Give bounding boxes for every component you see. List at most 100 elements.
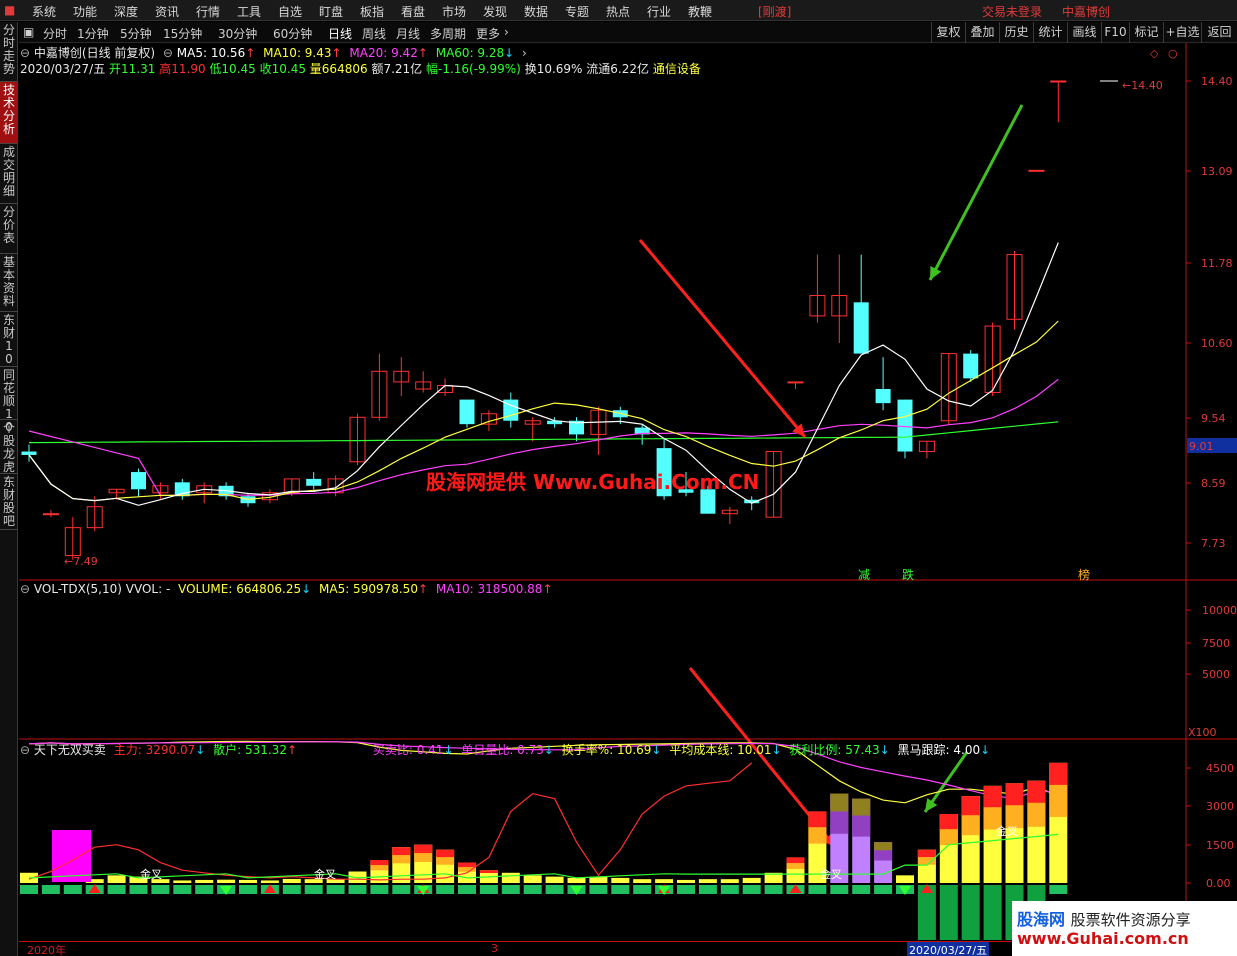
vol-unit-label: X100 (1188, 726, 1217, 739)
volume-info-line: ⊖ VOL-TDX(5,10) VVOL: - VOLUME: 664806.2… (20, 582, 553, 596)
vol-ma5: MA5: 590978.50 (319, 582, 418, 596)
ind-bar (173, 880, 192, 883)
candle-body (853, 302, 869, 354)
watermark-text: 股海网提供 Www.Guhai.Com.CN (426, 470, 760, 494)
ind-maimaibi: 买卖比: 0.41 (372, 743, 444, 757)
candle-body (1028, 169, 1045, 172)
ind-bar (939, 814, 958, 830)
green-arrow-head (925, 798, 938, 812)
candle-body (21, 451, 37, 455)
ind-bar (874, 842, 893, 851)
ind-neg-bar (633, 885, 652, 894)
logo-brand: 股海网 (1017, 910, 1066, 929)
price-tick-label: 10.60 (1201, 337, 1233, 350)
vol-vvol: VVOL: - (125, 582, 171, 596)
ind-bar (436, 849, 455, 858)
quote-industry: 通信设备 (652, 62, 701, 76)
ind-name[interactable]: 天下无双买卖 (34, 743, 106, 757)
quote-turnover: 换10.69% (524, 62, 583, 76)
ind-neg-bar (107, 885, 126, 894)
ma10-value: MA10: 9.43 (263, 46, 332, 60)
candle-body (131, 472, 146, 490)
ind-neg-bar (20, 885, 38, 894)
quote-high: 高11.90 (159, 62, 206, 76)
ind-tick-label: 1500 (1206, 839, 1234, 852)
ind-neg-bar (348, 885, 367, 894)
ind-bar (1005, 783, 1024, 806)
marker-bang[interactable]: 榜 (1078, 566, 1090, 583)
ind-collapse-icon[interactable]: ⊖ (20, 743, 30, 757)
ind-bar (742, 877, 761, 883)
ind-bar (830, 793, 849, 812)
marker-jian[interactable]: 减 (858, 566, 870, 583)
ind-pingjunchengben: 平均成本线: 10.01 (669, 743, 772, 757)
ind-bar (633, 879, 652, 883)
ind-neg-bar (239, 885, 257, 894)
ind-tick-label: 3000 (1206, 800, 1234, 813)
cross-label: 金叉 (820, 868, 842, 881)
ind-bar (370, 860, 389, 866)
quote-date: 2020/03/27/五 (20, 62, 106, 76)
candle-body (1050, 80, 1067, 83)
red-arrow (638, 239, 807, 438)
ind-neg-bar (436, 885, 455, 894)
ind-bar (545, 876, 564, 883)
ind-bar (896, 875, 914, 883)
ind-neg-bar (173, 885, 192, 894)
date-year: 2020年 (27, 944, 66, 956)
vol-tick-label: 10000 (1202, 604, 1237, 617)
cross-label: 金叉 (314, 868, 336, 881)
current-price-label: 9.01 (1189, 440, 1214, 453)
ind-neg-bar (458, 885, 476, 894)
ind-neg-bar (63, 885, 82, 894)
ind-sanhu: 散户: 531.32 (213, 743, 287, 757)
ind-bar (720, 879, 739, 883)
ind-neg-bar (370, 885, 389, 894)
ind-bar (414, 844, 433, 854)
indicator-info-line: ⊖ 天下无双买卖 主力: 3290.07↓ 散户: 531.32↑ 买卖比: 0… (20, 743, 991, 757)
ind-bar (392, 847, 411, 856)
ma60-value: MA60: 9.28 (435, 46, 505, 60)
candle-body (897, 399, 913, 452)
circle-icon: ○ (1168, 47, 1178, 60)
ind-neg-bar (1049, 885, 1068, 894)
vol-tick-label: 5000 (1202, 668, 1230, 681)
ind-neg-bar (41, 885, 60, 894)
quote-open: 开11.31 (109, 62, 156, 76)
candle-body (875, 388, 891, 404)
ind-tick-label: 0.00 (1206, 877, 1231, 890)
vol-tick-label: 7500 (1202, 637, 1230, 650)
logo-slogan: 股票软件资源分享 (1070, 911, 1191, 929)
ind-bar (107, 875, 126, 883)
candle-body (787, 381, 804, 384)
ind-neg-bar (523, 885, 542, 894)
ind-heima: 黑马跟踪: 4.00 (897, 743, 981, 757)
ind-neg-bar (501, 885, 520, 894)
ind-danriliangbi: 单日量比: 0.73 (461, 743, 544, 757)
ind-neg-bar (304, 885, 323, 894)
ind-neg-bar (677, 885, 695, 894)
vol-collapse-icon[interactable]: ⊖ (20, 582, 30, 596)
ind-neg-bar (939, 885, 958, 940)
ind-bar (786, 857, 805, 864)
ind-neg-bar (742, 885, 761, 894)
ma20-value: MA20: 9.42 (349, 46, 418, 60)
price-tick-label: 13.09 (1201, 165, 1233, 178)
more-chevron-icon[interactable]: › (522, 46, 527, 60)
collapse-icon[interactable]: ⊖ (20, 46, 30, 60)
ind-neg-bar (808, 885, 827, 894)
ma-toggle-icon[interactable]: ⊖ (163, 46, 173, 60)
diamond-icon: ◇ (1150, 47, 1159, 60)
ind-bar (260, 880, 279, 883)
candle-body (174, 482, 190, 497)
vol-indicator-name[interactable]: VOL-TDX(5,10) (34, 582, 122, 596)
zhuli-line (28, 762, 753, 881)
ind-neg-bar (764, 885, 783, 894)
ind-neg-bar (830, 885, 849, 894)
marker-die[interactable]: 跌 (902, 566, 914, 583)
ind-bar (217, 879, 236, 883)
ind-neg-bar (720, 885, 739, 894)
ind-bar (852, 798, 871, 816)
quote-low: 低10.45 (209, 62, 256, 76)
ind-huanshoulv: 换手率%: 10.69 (561, 743, 652, 757)
